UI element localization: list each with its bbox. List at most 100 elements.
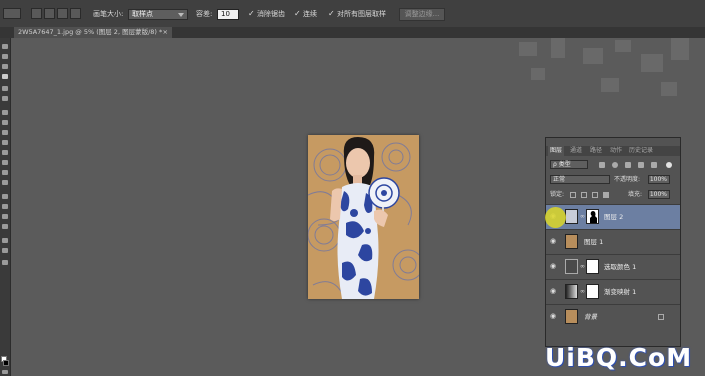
type-tool-icon[interactable] xyxy=(2,204,8,209)
fill-label: 填充: xyxy=(628,191,643,198)
tab-layers[interactable]: 图层 xyxy=(548,146,564,156)
zoom-tool-icon[interactable] xyxy=(2,248,8,253)
document-tab-bar: 2W5A7647_1.jpg @ 5% (图层 2, 图层蒙版/8) * × xyxy=(0,27,705,38)
background-lock-icon xyxy=(658,314,664,320)
fill-input[interactable]: 100% xyxy=(648,190,670,199)
layer-mask-thumbnail[interactable] xyxy=(586,209,599,224)
tab-history[interactable]: 历史记录 xyxy=(628,146,654,156)
cursor-highlight xyxy=(545,207,566,228)
intersect-selection-button[interactable] xyxy=(70,8,81,19)
brush-tool-icon[interactable] xyxy=(2,120,8,125)
refine-edge-button[interactable]: 调整边缘... xyxy=(399,8,445,21)
tools-panel xyxy=(0,38,11,376)
adjustment-filter-icon[interactable] xyxy=(612,162,618,168)
lasso-tool-icon[interactable] xyxy=(2,64,8,69)
close-icon[interactable]: × xyxy=(163,27,168,38)
pixel-filter-icon[interactable] xyxy=(599,162,605,168)
layer-name: 背景 xyxy=(584,313,597,321)
type-filter-icon[interactable] xyxy=(625,162,631,168)
lock-transparent-icon[interactable] xyxy=(570,192,576,198)
layer-row-layer-2[interactable]: ◉ ∞ 图层 2 xyxy=(546,204,680,229)
gradient-tool-icon[interactable] xyxy=(2,160,8,165)
panel-tab-bar: 图层 通道 路径 动作 历史记录 xyxy=(546,146,680,156)
layer-row-gradient-map-1[interactable]: ◉ ∞ 渐变映射 1 xyxy=(546,279,680,304)
clone-stamp-tool-icon[interactable] xyxy=(2,130,8,135)
layer-name: 选取颜色 1 xyxy=(604,263,637,271)
watermark-text: UiBQ.CoM xyxy=(545,343,693,372)
lock-row: 锁定: 填充: 100% xyxy=(546,189,680,200)
move-tool-icon[interactable] xyxy=(2,44,8,49)
eyedropper-tool-icon[interactable] xyxy=(2,96,8,101)
lock-pixels-icon[interactable] xyxy=(581,192,587,198)
layer-row-selective-color-1[interactable]: ◉ ∞ 选取颜色 1 xyxy=(546,254,680,279)
healing-brush-tool-icon[interactable] xyxy=(2,110,8,115)
more-tools-icon[interactable] xyxy=(2,260,8,265)
selective-color-adjustment-icon xyxy=(565,259,578,274)
antialias-checkbox[interactable]: 消除锯齿 xyxy=(248,8,285,20)
mask-link-icon[interactable]: ∞ xyxy=(580,213,585,220)
shape-tool-icon[interactable] xyxy=(2,224,8,229)
mask-silhouette-icon xyxy=(590,211,597,223)
layer-mask-thumbnail[interactable] xyxy=(586,284,599,299)
sample-size-label: 画笔大小: xyxy=(93,10,124,18)
mask-link-icon[interactable]: ∞ xyxy=(580,288,585,295)
qipao-portrait-image xyxy=(308,135,419,299)
document-photo xyxy=(308,135,419,299)
smart-object-filter-icon[interactable] xyxy=(651,162,657,168)
layers-panel: 图层 通道 路径 动作 历史记录 ρ 类型 正常 不透明度: 100% 锁定: … xyxy=(545,137,681,347)
contiguous-checkbox[interactable]: 连续 xyxy=(294,8,317,20)
visibility-eye-icon[interactable]: ◉ xyxy=(550,288,558,295)
tab-actions[interactable]: 动作 xyxy=(608,146,624,156)
layer-thumbnail xyxy=(565,234,578,249)
layer-name: 图层 1 xyxy=(584,238,604,246)
layer-mask-thumbnail[interactable] xyxy=(586,259,599,274)
tolerance-label: 容差: xyxy=(196,10,213,18)
blend-mode-select[interactable]: 正常 xyxy=(550,175,610,184)
history-brush-tool-icon[interactable] xyxy=(2,140,8,145)
path-selection-tool-icon[interactable] xyxy=(2,214,8,219)
background-color-swatch[interactable] xyxy=(3,360,9,366)
lock-position-icon[interactable] xyxy=(592,192,598,198)
mosaic-artifact xyxy=(511,38,701,118)
document-tab-title: 2W5A7647_1.jpg @ 5% (图层 2, 图层蒙版/8) * xyxy=(18,28,163,36)
pen-tool-icon[interactable] xyxy=(2,194,8,199)
hand-tool-icon[interactable] xyxy=(2,238,8,243)
lock-label: 锁定: xyxy=(550,191,565,198)
layer-filter-select[interactable]: ρ 类型 xyxy=(550,160,588,169)
visibility-eye-icon[interactable]: ◉ xyxy=(550,238,558,245)
dodge-tool-icon[interactable] xyxy=(2,180,8,185)
opacity-label: 不透明度: xyxy=(614,176,641,183)
document-tab[interactable]: 2W5A7647_1.jpg @ 5% (图层 2, 图层蒙版/8) * × xyxy=(14,27,172,38)
layer-thumbnail xyxy=(565,309,578,324)
tool-preset-picker[interactable] xyxy=(3,8,21,19)
blend-row: 正常 不透明度: 100% xyxy=(546,174,680,185)
layer-row-background[interactable]: ◉ 背景 xyxy=(546,304,680,329)
new-selection-button[interactable] xyxy=(31,8,42,19)
visibility-eye-icon[interactable]: ◉ xyxy=(550,263,558,270)
filter-row: ρ 类型 xyxy=(546,159,680,171)
eraser-tool-icon[interactable] xyxy=(2,150,8,155)
tab-paths[interactable]: 路径 xyxy=(588,146,604,156)
visibility-eye-icon[interactable]: ◉ xyxy=(550,313,558,320)
opacity-input[interactable]: 100% xyxy=(648,175,670,184)
layer-name: 渐变映射 1 xyxy=(604,288,637,296)
magic-wand-tool-icon[interactable] xyxy=(2,74,8,79)
tolerance-input[interactable]: 10 xyxy=(217,9,239,20)
add-to-selection-button[interactable] xyxy=(44,8,55,19)
sample-all-layers-checkbox[interactable]: 对所有图层取样 xyxy=(328,8,386,20)
options-bar: 画笔大小: 取样点 容差: 10 消除锯齿 连续 对所有图层取样 调整边缘... xyxy=(0,0,705,28)
shape-filter-icon[interactable] xyxy=(638,162,644,168)
gradient-map-adjustment-icon xyxy=(565,284,578,299)
marquee-tool-icon[interactable] xyxy=(2,54,8,59)
filter-toggle-icon[interactable] xyxy=(666,162,672,168)
sample-size-select[interactable]: 取样点 xyxy=(128,9,188,20)
layer-row-layer-1[interactable]: ◉ 图层 1 xyxy=(546,229,680,254)
subtract-from-selection-button[interactable] xyxy=(57,8,68,19)
quick-mask-icon[interactable] xyxy=(2,370,8,374)
lock-all-icon[interactable] xyxy=(603,192,609,198)
layer-name: 图层 2 xyxy=(604,213,624,221)
mask-link-icon[interactable]: ∞ xyxy=(580,263,585,270)
tab-channels[interactable]: 通道 xyxy=(568,146,584,156)
blur-tool-icon[interactable] xyxy=(2,170,8,175)
crop-tool-icon[interactable] xyxy=(2,86,8,91)
